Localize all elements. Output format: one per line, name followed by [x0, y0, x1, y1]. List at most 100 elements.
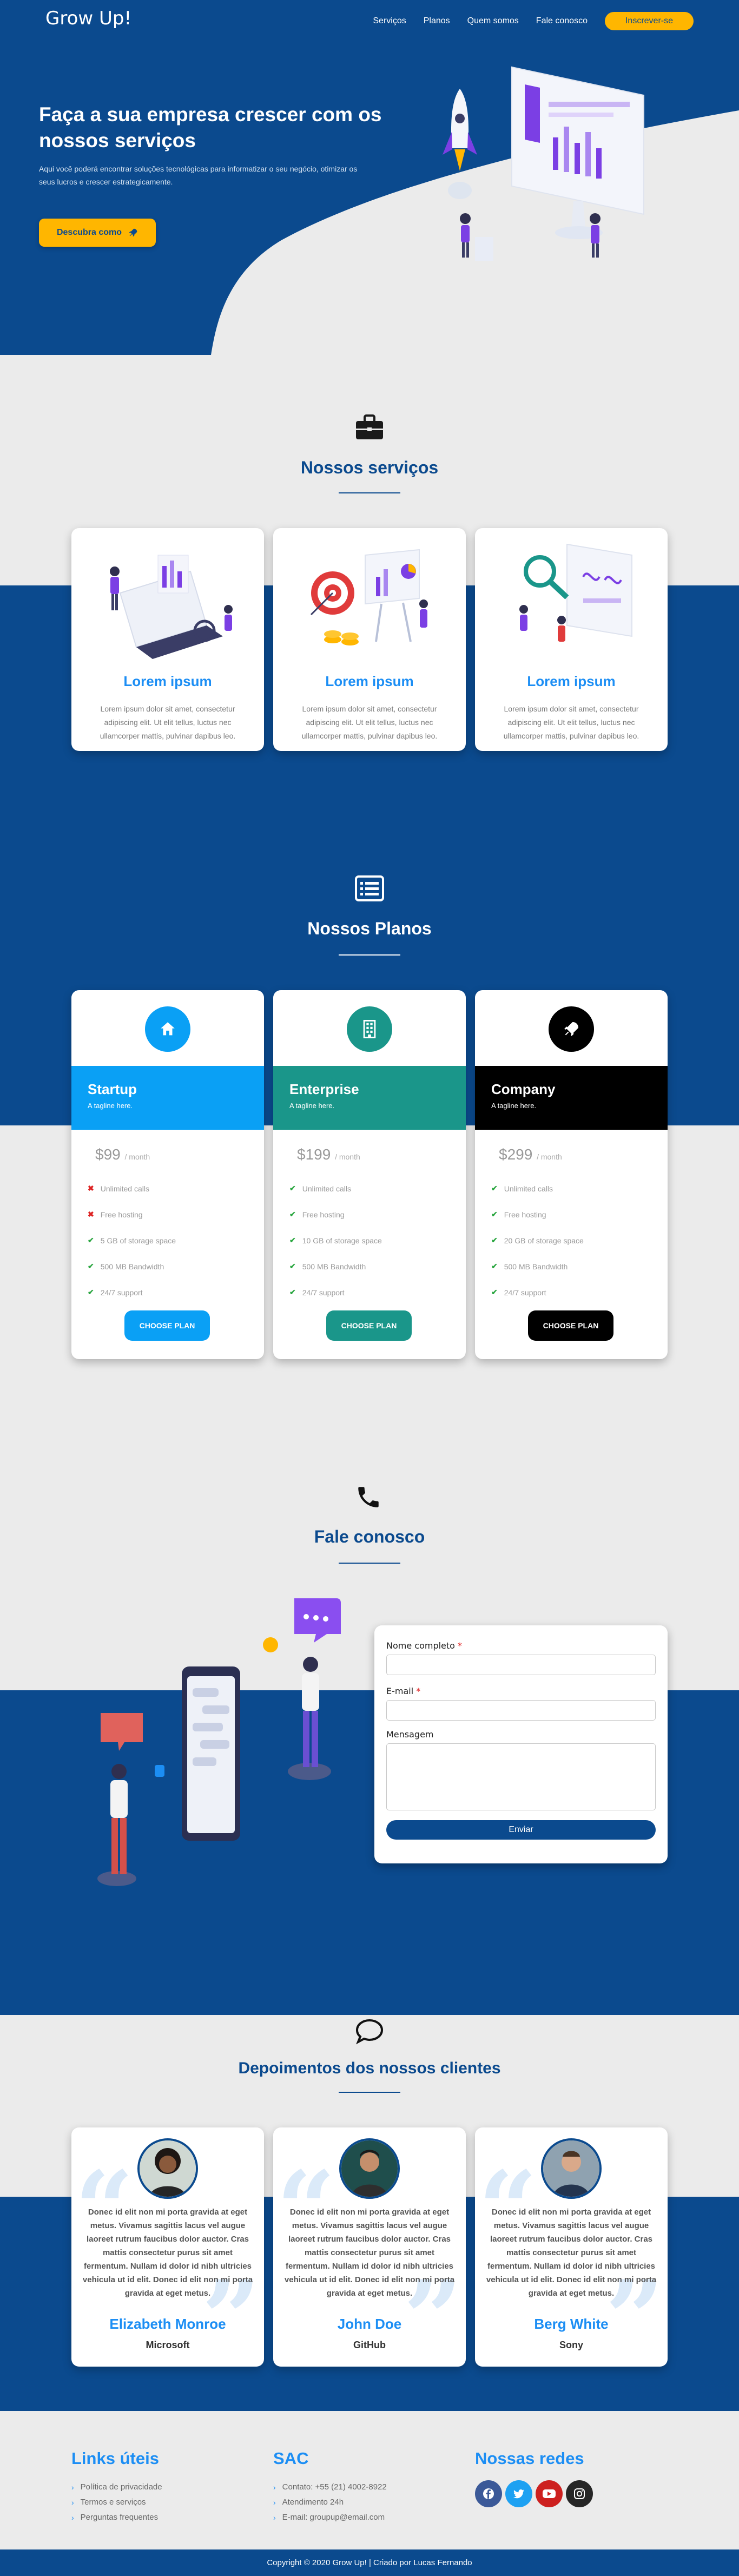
- nav-link-fale-conosco[interactable]: Fale conosco: [536, 16, 588, 26]
- plan-feature-label: 24/7 support: [504, 1288, 546, 1297]
- signup-button[interactable]: Inscrever-se: [604, 12, 694, 30]
- check-icon: ✔: [289, 1288, 296, 1296]
- plan-feature: ✔ Free hosting: [491, 1210, 654, 1219]
- testimonial-text: Donec id elit non mi porta gravida at eg…: [82, 2208, 253, 2298]
- chevron-right-icon: ›: [273, 2482, 276, 2492]
- plans-title: Nossos Planos: [307, 919, 432, 938]
- plan-tagline: A tagline here.: [491, 1102, 537, 1110]
- service-card: Lorem ipsum Lorem ipsum dolor sit amet, …: [475, 528, 668, 751]
- service-card: Lorem ipsum Lorem ipsum dolor sit amet, …: [273, 528, 466, 751]
- check-icon: ✔: [289, 1184, 296, 1193]
- hero-title: Faça a sua empresa crescer com os nossos…: [39, 103, 382, 151]
- plan-feature: ✖ Free hosting: [88, 1210, 250, 1219]
- check-icon: ✔: [88, 1288, 94, 1296]
- testimonial-text: Donec id elit non mi porta gravida at eg…: [486, 2208, 657, 2298]
- check-icon: ✔: [491, 1236, 498, 1244]
- chevron-right-icon: ›: [273, 2498, 276, 2507]
- footer-sac-title: SAC: [273, 2449, 309, 2468]
- rocket-icon: [129, 228, 137, 237]
- name-field[interactable]: [386, 1655, 656, 1675]
- discover-button[interactable]: Descubra como: [39, 219, 156, 247]
- plan-feature: ✔ 500 MB Bandwidth: [491, 1262, 654, 1271]
- plan-feature-label: 5 GB of storage space: [100, 1236, 176, 1245]
- nav-link-planos[interactable]: Planos: [424, 16, 450, 26]
- message-field[interactable]: [386, 1743, 656, 1810]
- plan-card-startup: Startup A tagline here. $99 / month ✖ Unl…: [71, 990, 264, 1359]
- plan-feature-label: Free hosting: [302, 1210, 345, 1219]
- choose-plan-button[interactable]: CHOOSE PLAN: [326, 1310, 412, 1341]
- footer-link-terms[interactable]: › Termos e serviços: [71, 2498, 146, 2507]
- cross-icon: ✖: [88, 1210, 94, 1218]
- services-divider: [339, 492, 400, 493]
- brand-logo[interactable]: Grow Up!: [45, 8, 131, 29]
- check-icon: ✔: [491, 1262, 498, 1270]
- choose-plan-button[interactable]: CHOOSE PLAN: [528, 1310, 613, 1341]
- chat-phone-illustration: [97, 1598, 341, 1886]
- avatar: [541, 2138, 602, 2199]
- instagram-icon[interactable]: [566, 2480, 593, 2507]
- testimonial-company: Microsoft: [146, 2340, 190, 2350]
- target-illustration: [310, 549, 428, 645]
- plan-feature: ✔ 500 MB Bandwidth: [88, 1262, 250, 1271]
- check-icon: ✔: [289, 1262, 296, 1270]
- nav-links: Serviços Planos Quem somos Fale conosco …: [373, 12, 694, 30]
- footer-sac-email[interactable]: › E-mail: groupup@email.com: [273, 2513, 385, 2522]
- chevron-right-icon: ›: [71, 2482, 74, 2492]
- footer-link-faq[interactable]: › Perguntas frequentes: [71, 2513, 158, 2522]
- service-card-title: Lorem ipsum: [325, 673, 414, 689]
- submit-button[interactable]: Enviar: [386, 1820, 656, 1840]
- plan-name: Company: [491, 1081, 556, 1097]
- twitter-icon[interactable]: [505, 2480, 532, 2507]
- plan-price-period: / month: [335, 1152, 360, 1161]
- youtube-icon[interactable]: [536, 2480, 563, 2507]
- hero-section: Faça a sua empresa crescer com os nossos…: [0, 40, 739, 355]
- plan-price-value: $199: [297, 1146, 331, 1163]
- plan-card-enterprise: Enterprise A tagline here. $199 / month …: [273, 990, 466, 1359]
- plan-card-company: Company A tagline here. $299 / month ✔ Un…: [475, 990, 668, 1359]
- contact-divider: [339, 1563, 400, 1564]
- chevron-right-icon: ›: [71, 2498, 74, 2507]
- plan-feature: ✔ 24/7 support: [491, 1288, 654, 1297]
- footer-link-label: Política de privacidade: [80, 2482, 162, 2492]
- email-field[interactable]: [386, 1700, 656, 1721]
- plan-price-value: $299: [499, 1146, 533, 1163]
- message-label: Mensagem: [386, 1729, 434, 1740]
- testimonial-name: Berg White: [534, 2316, 609, 2332]
- plan-feature: ✔ 5 GB of storage space: [88, 1236, 250, 1245]
- footer-link-privacy[interactable]: › Política de privacidade: [71, 2482, 162, 2492]
- nav-link-quem-somos[interactable]: Quem somos: [467, 16, 519, 26]
- testimonial-company: GitHub: [353, 2340, 386, 2350]
- plan-feature: ✔ 24/7 support: [88, 1288, 250, 1297]
- plan-name: Startup: [88, 1081, 137, 1097]
- avatar: [137, 2138, 198, 2199]
- facebook-icon[interactable]: [475, 2480, 502, 2507]
- chat-bubble-icon: [355, 2019, 384, 2045]
- choose-plan-button[interactable]: CHOOSE PLAN: [124, 1310, 210, 1341]
- footer-sac-label: Contato: +55 (21) 4002-8922: [282, 2482, 387, 2492]
- plan-feature-label: Unlimited calls: [504, 1184, 553, 1193]
- service-card-text: Lorem ipsum dolor sit amet, consectetur …: [301, 704, 438, 740]
- hero-subtitle: Aqui você poderá encontrar soluções tecn…: [39, 164, 358, 186]
- service-card-title: Lorem ipsum: [123, 673, 212, 689]
- laptop-illustration: [110, 555, 233, 659]
- briefcase-icon: [356, 414, 383, 439]
- chevron-right-icon: ›: [273, 2513, 276, 2522]
- footer-sac-label: E-mail: groupup@email.com: [282, 2513, 385, 2522]
- nav-link-servicos[interactable]: Serviços: [373, 16, 406, 26]
- rocket-icon: [549, 1006, 594, 1052]
- testimonial-name: John Doe: [337, 2316, 402, 2332]
- check-icon: ✔: [491, 1184, 498, 1193]
- footer-link-label: Termos e serviços: [80, 2498, 146, 2507]
- search-analytics-illustration: [519, 543, 632, 642]
- footer-social-title: Nossas redes: [475, 2449, 584, 2468]
- plan-price: $299 / month: [499, 1146, 562, 1163]
- check-icon: ✔: [491, 1210, 498, 1218]
- plan-feature-label: Unlimited calls: [302, 1184, 351, 1193]
- footer: Links úteis › Política de privacidade › Te…: [0, 2411, 739, 2549]
- plan-price-period: / month: [124, 1152, 150, 1161]
- service-card-title: Lorem ipsum: [527, 673, 616, 689]
- footer-sac-hours: › Atendimento 24h: [273, 2498, 344, 2507]
- copyright-bar: Copyright © 2020 Grow Up! | Criado por L…: [0, 2549, 739, 2576]
- avatar: [339, 2138, 400, 2199]
- home-icon: [145, 1006, 190, 1052]
